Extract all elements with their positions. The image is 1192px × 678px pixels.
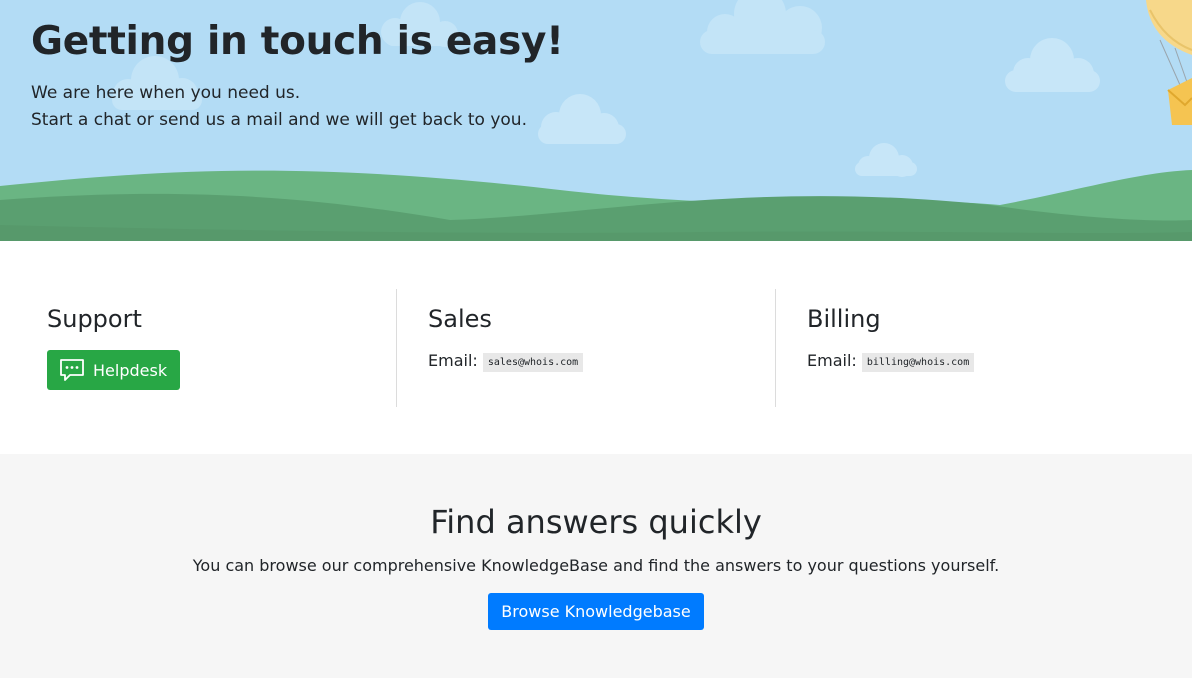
hero-subtitle: We are here when you need us. Start a ch… [31,80,564,134]
helpdesk-button-label: Helpdesk [93,360,168,380]
helpdesk-button[interactable]: Helpdesk [47,350,181,390]
sales-heading: Sales [428,305,492,333]
billing-column: Billing Email: billing@whois.com [775,289,1176,407]
knowledgebase-section: Find answers quickly You can browse our … [0,454,1192,678]
billing-heading: Billing [807,305,881,333]
hero-subtitle-line: Start a chat or send us a mail and we wi… [31,110,527,130]
hero-banner: Getting in touch is easy! We are here wh… [0,0,1192,241]
knowledgebase-description: You can browse our comprehensive Knowled… [192,556,1000,575]
sales-email-line: Email: sales@whois.com [428,349,776,373]
billing-email-label: Email: [807,351,857,370]
billing-email-line: Email: billing@whois.com [807,349,1176,373]
billing-email-address[interactable]: billing@whois.com [861,353,975,372]
sales-column: Sales Email: sales@whois.com [396,289,776,407]
support-column: Support Helpdesk [47,289,377,407]
hero-subtitle-line: We are here when you need us. [31,83,301,103]
sales-email-label: Email: [428,351,478,370]
support-heading: Support [47,305,142,333]
page-title: Getting in touch is easy! [31,19,564,64]
browse-knowledgebase-button[interactable]: Browse Knowledgebase [488,593,704,630]
sales-email-address[interactable]: sales@whois.com [482,353,584,372]
knowledgebase-heading: Find answers quickly [430,503,762,541]
contact-options: Support Helpdesk Sales Email: sales@whoi… [0,241,1192,454]
chat-bubble-icon [60,359,84,381]
